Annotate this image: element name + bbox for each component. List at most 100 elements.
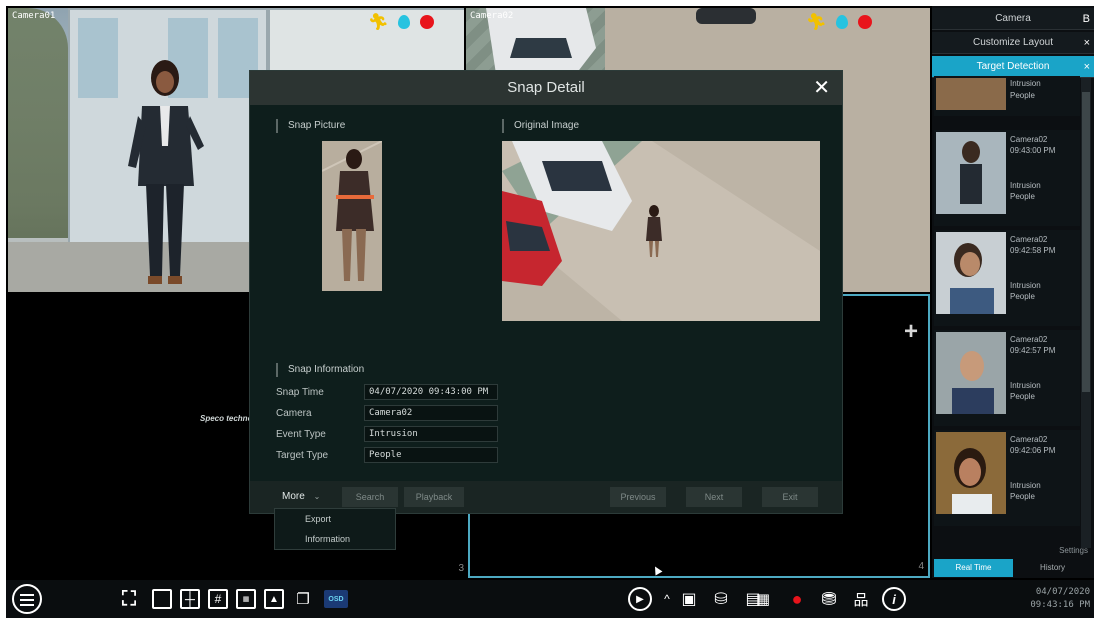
detection-thumbnail bbox=[936, 232, 1006, 314]
info-icon[interactable]: i bbox=[882, 587, 906, 611]
detection-item[interactable]: Camera02 09:42:58 PM Intrusion People bbox=[934, 230, 1080, 326]
expand-icon[interactable]: B bbox=[1083, 8, 1090, 30]
camera-label: Camera bbox=[276, 408, 312, 419]
detection-camera: Camera02 bbox=[1010, 335, 1048, 344]
previous-button[interactable]: Previous bbox=[610, 487, 666, 507]
system-date: 04/07/2020 bbox=[1035, 587, 1090, 597]
sequence-icon[interactable]: ❐ bbox=[292, 588, 314, 610]
detection-target: People bbox=[1010, 192, 1035, 201]
detection-thumbnail bbox=[936, 432, 1006, 514]
target-type-field: People bbox=[364, 447, 498, 463]
snap-picture-title: Snap Picture bbox=[276, 119, 345, 133]
parked-car bbox=[696, 8, 756, 24]
scrollbar-thumb[interactable] bbox=[1082, 92, 1090, 392]
chevron-down-icon: ⌄ bbox=[313, 492, 321, 501]
detection-camera: Camera02 bbox=[1010, 435, 1048, 444]
snap-information-title: Snap Information bbox=[276, 363, 364, 377]
playback-button[interactable]: Playback bbox=[404, 487, 464, 507]
customize-layout-header[interactable]: Customize Layout × bbox=[932, 32, 1094, 54]
network-icon[interactable]: 品 bbox=[850, 588, 872, 610]
more-dropdown-button[interactable]: More ⌄ bbox=[274, 487, 336, 507]
exit-button[interactable]: Exit bbox=[762, 487, 818, 507]
detection-thumbnail bbox=[936, 132, 1006, 214]
add-camera-icon[interactable]: + bbox=[904, 318, 918, 346]
camera-name-label: Camera02 bbox=[470, 11, 514, 21]
search-button[interactable]: Search bbox=[342, 487, 398, 507]
motion-running-icon: 🏃︎ bbox=[806, 14, 827, 31]
camera-name-label: Camera01 bbox=[12, 11, 56, 21]
camera-field: Camera02 bbox=[364, 405, 498, 421]
snap-time-field: 04/07/2020 09:43:00 PM bbox=[364, 384, 498, 400]
record-indicator-icon bbox=[420, 15, 435, 29]
customize-layout-label: Customize Layout bbox=[972, 37, 1054, 48]
detection-item[interactable]: Camera02 09:43:00 PM Intrusion People bbox=[934, 130, 1080, 226]
original-image-title: Original Image bbox=[502, 119, 579, 133]
more-label: More bbox=[282, 491, 305, 502]
detection-time: 09:43:00 PM bbox=[1010, 146, 1056, 155]
event-type-label: Event Type bbox=[276, 429, 326, 440]
snap-time-label: Snap Time bbox=[276, 387, 324, 398]
dialog-title: Snap Detail bbox=[507, 79, 585, 96]
alarm-light-icon[interactable]: ● bbox=[786, 588, 808, 610]
close-icon[interactable]: × bbox=[1084, 56, 1090, 78]
record-icon[interactable]: ⛁ bbox=[710, 588, 732, 610]
detection-item[interactable]: Intrusion People bbox=[934, 76, 1080, 116]
detection-target: People bbox=[1010, 292, 1035, 301]
detection-target: People bbox=[1010, 91, 1035, 100]
main-menu-icon[interactable] bbox=[12, 584, 42, 614]
camera-status-icons: 🏃︎ bbox=[806, 12, 873, 32]
alarm-drop-icon bbox=[398, 15, 411, 29]
chevron-up-icon[interactable]: ^ bbox=[656, 588, 678, 610]
record-indicator-icon bbox=[858, 15, 873, 29]
detection-thumbnail bbox=[936, 332, 1006, 414]
playback-icon[interactable]: ▶ bbox=[628, 587, 652, 611]
bottom-toolbar: ⛶ ┼ # ▦ ▲ ❐ OSD ▶ ^ ▣ ⛁ ▤ ▦ ● ⛃ 品 i 04/0… bbox=[6, 580, 1094, 618]
tile-number: 4 bbox=[918, 561, 924, 572]
manual-alarm-icon[interactable]: ▦ bbox=[750, 588, 776, 610]
nine-view-icon[interactable]: # bbox=[208, 589, 228, 609]
quad-view-icon[interactable]: ┼ bbox=[180, 589, 200, 609]
close-icon[interactable]: ✕ bbox=[813, 71, 830, 105]
detection-camera: Camera02 bbox=[1010, 235, 1048, 244]
snap-picture bbox=[322, 141, 382, 291]
target-detection-header[interactable]: Target Detection × bbox=[932, 56, 1094, 78]
snap-detail-dialog: Snap Detail ✕ Snap Picture Original Imag… bbox=[249, 70, 843, 514]
system-clock: 04/07/2020 09:43:16 PM bbox=[1030, 586, 1090, 612]
detection-list-scrollbar[interactable] bbox=[1081, 78, 1091, 548]
detection-time: 09:42:57 PM bbox=[1010, 346, 1056, 355]
detection-event: Intrusion bbox=[1010, 481, 1041, 490]
tab-real-time[interactable]: Real Time bbox=[934, 559, 1013, 577]
menu-item-export[interactable]: Export bbox=[305, 514, 331, 524]
alarm-drop-icon bbox=[836, 15, 849, 29]
database-icon[interactable]: ⛃ bbox=[818, 588, 840, 610]
original-image bbox=[502, 141, 820, 321]
target-type-label: Target Type bbox=[276, 450, 329, 461]
settings-link[interactable]: Settings bbox=[1059, 546, 1088, 555]
osd-button[interactable]: OSD bbox=[324, 590, 348, 608]
close-icon[interactable]: × bbox=[1084, 32, 1090, 54]
camera-section-header[interactable]: Camera B bbox=[932, 8, 1094, 30]
menu-item-information[interactable]: Information bbox=[305, 534, 350, 544]
snapshot-icon[interactable]: ▣ bbox=[678, 588, 700, 610]
motion-running-icon: 🏃︎ bbox=[368, 14, 389, 31]
building-window bbox=[78, 18, 118, 98]
detection-item[interactable]: Camera02 09:42:57 PM Intrusion People bbox=[934, 330, 1080, 426]
camera-status-icons: 🏃︎ bbox=[368, 12, 435, 32]
tree-background bbox=[8, 8, 68, 238]
single-view-icon[interactable] bbox=[152, 589, 172, 609]
detection-event: Intrusion bbox=[1010, 381, 1041, 390]
sixteen-view-icon[interactable]: ▦ bbox=[236, 589, 256, 609]
detection-camera: Camera02 bbox=[1010, 135, 1048, 144]
tab-history[interactable]: History bbox=[1013, 559, 1092, 577]
walking-woman bbox=[128, 60, 204, 284]
detection-time: 09:42:06 PM bbox=[1010, 446, 1056, 455]
dialog-header: Snap Detail ✕ bbox=[250, 71, 842, 105]
detection-thumbnail bbox=[936, 78, 1006, 110]
target-detection-label: Target Detection bbox=[976, 61, 1050, 72]
fullscreen-icon[interactable]: ⛶ bbox=[118, 588, 140, 610]
detection-item[interactable]: Camera02 09:42:06 PM Intrusion People bbox=[934, 430, 1080, 526]
event-type-field: Intrusion bbox=[364, 426, 498, 442]
custom-layout-icon[interactable]: ▲ bbox=[264, 589, 284, 609]
camera-section-label: Camera bbox=[995, 13, 1031, 24]
next-button[interactable]: Next bbox=[686, 487, 742, 507]
